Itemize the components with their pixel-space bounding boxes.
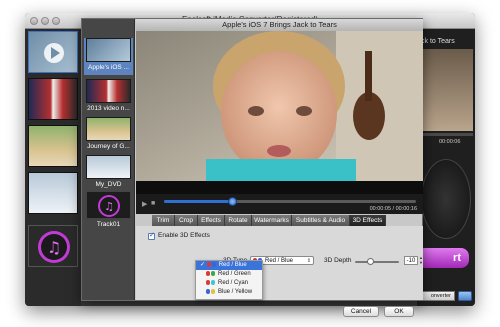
file-thumbnail: ♫: [86, 191, 131, 219]
tab-3d-effects[interactable]: 3D Effects: [350, 215, 386, 226]
file-thumbnail: [86, 38, 131, 62]
anaglyph-glasses-icon: [206, 261, 217, 267]
format-select-label: onverter: [430, 293, 451, 299]
preview-title: Apple's iOS 7 Brings Jack to Tears: [136, 19, 423, 31]
file-list-label: 2013 video n...: [87, 105, 130, 112]
file-list-item[interactable]: Apple's iOS ...: [84, 38, 133, 75]
3d-depth-label: 3D Depth: [324, 257, 352, 264]
stop-icon[interactable]: ■: [151, 200, 155, 207]
3d-depth-slider-handle[interactable]: [367, 258, 375, 265]
main-thumb-video-2[interactable]: [28, 78, 78, 120]
music-note-icon: ♫: [98, 195, 120, 217]
tab-watermarks[interactable]: Watermarks: [252, 215, 292, 226]
play-icon: [44, 43, 64, 63]
main-thumb-video-3[interactable]: [28, 125, 78, 167]
menu-item-blue-yellow[interactable]: Blue / Yellow: [196, 288, 262, 297]
video-frame: [136, 31, 423, 181]
file-list-item[interactable]: 2013 video n...: [84, 79, 133, 115]
main-right-panel: ck to Tears 00:00:06 rt onverter: [417, 29, 475, 306]
file-list-label: Track01: [96, 221, 121, 228]
right-progress-track: [419, 133, 473, 136]
preview-timecode: 00:00:05 / 00:00:16: [369, 206, 417, 212]
convert-button[interactable]: rt: [417, 248, 469, 268]
menu-item-label: Red / Cyan: [218, 280, 249, 286]
dialog-file-list: Apple's iOS ... 2013 video n... Journey …: [82, 19, 135, 300]
anaglyph-glasses-icon: [206, 288, 216, 294]
anaglyph-glasses-icon: [206, 279, 216, 285]
menu-item-label: Red / Green: [218, 271, 251, 277]
enable-3d-label: Enable 3D Effects: [158, 232, 210, 239]
convert-button-label: rt: [453, 252, 461, 264]
tab-trim[interactable]: Trim: [152, 215, 175, 226]
main-file-strip: ♫: [25, 29, 81, 306]
right-preview: [419, 49, 473, 131]
enable-3d-checkbox[interactable]: [148, 231, 155, 240]
folder-button[interactable]: [458, 291, 472, 301]
ok-button[interactable]: OK: [384, 306, 414, 317]
cancel-button[interactable]: Cancel: [343, 306, 379, 317]
tab-subtitles-audio[interactable]: Subtitles & Audio: [292, 215, 350, 226]
3d-depth-value[interactable]: -10: [404, 256, 418, 265]
file-list-item[interactable]: My_DVD: [84, 155, 133, 191]
playback-controls: ▶ ■ 00:00:05 / 00:00:16: [136, 194, 423, 214]
seek-bar-handle[interactable]: [228, 197, 238, 206]
tab-effects[interactable]: Effects: [198, 215, 225, 226]
menu-item-red-blue[interactable]: ✓ Red / Blue: [196, 261, 262, 270]
file-thumbnail: [86, 117, 131, 141]
right-title-fragment: ck to Tears: [421, 38, 455, 45]
3d-type-menu: ✓ Red / Blue Red / Green Red / Cyan Blue…: [195, 260, 263, 300]
chevron-updown-icon: ⇕: [306, 258, 311, 264]
right-timecode: 00:00:06: [439, 139, 461, 145]
video-preview: Apple's iOS 7 Brings Jack to Tears: [136, 19, 423, 194]
seek-bar[interactable]: [164, 197, 416, 206]
screen: Enolsoft iMedia Converter(Registered) ♫ …: [0, 0, 500, 327]
main-thumb-track[interactable]: ♫: [28, 225, 78, 267]
tab-rotate[interactable]: Rotate: [225, 215, 252, 226]
edit-dialog: Apple's iOS ... 2013 video n... Journey …: [81, 18, 423, 317]
menu-item-label: Red / Blue: [218, 262, 247, 268]
file-list-item[interactable]: ♫ Track01: [84, 191, 133, 229]
main-thumb-dvd[interactable]: [28, 172, 78, 214]
file-list-label: Journey of G...: [87, 143, 130, 150]
menu-item-label: Blue / Yellow: [218, 289, 253, 295]
music-note-icon: ♫: [38, 231, 70, 263]
tab-crop[interactable]: Crop: [175, 215, 198, 226]
main-thumb-video-1[interactable]: [28, 31, 78, 73]
menu-item-red-green[interactable]: Red / Green: [196, 270, 262, 279]
3d-depth-stepper[interactable]: ▲ ▼: [419, 255, 423, 266]
file-list-label: Apple's iOS ...: [88, 64, 129, 71]
play-icon[interactable]: ▶: [142, 200, 147, 208]
menu-item-red-cyan[interactable]: Red / Cyan: [196, 279, 262, 288]
file-thumbnail: [86, 155, 131, 179]
file-thumbnail: [86, 79, 131, 103]
seek-bar-fill: [164, 200, 233, 203]
3d-depth-slider[interactable]: [355, 258, 399, 265]
anaglyph-glasses-icon: [206, 270, 216, 276]
3d-type-value: Red / Blue: [265, 258, 294, 264]
3d-effects-panel: Enable 3D Effects 3D Type Red / Blue ⇕ 3…: [136, 226, 423, 300]
svg-text:♫: ♫: [104, 200, 114, 213]
file-list-item[interactable]: Journey of G...: [84, 117, 133, 153]
svg-text:♫: ♫: [47, 238, 61, 257]
file-list-label: My_DVD: [95, 181, 122, 188]
right-drive-graphic: [421, 159, 471, 239]
